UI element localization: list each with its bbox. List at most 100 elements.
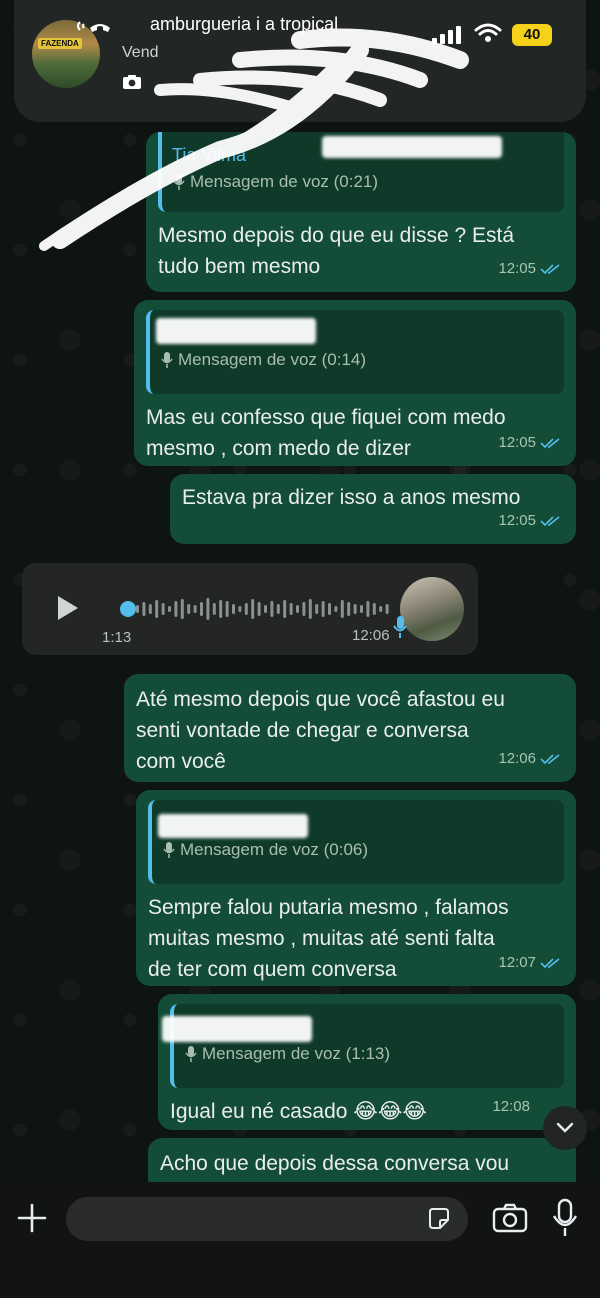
mic-icon: [393, 616, 407, 638]
contact-subtitle: Vend: [122, 44, 159, 61]
double-tick-icon: [540, 753, 560, 764]
waveform-bar: [168, 606, 171, 612]
quoted-voice-message[interactable]: Mensagem de voz (1:13): [162, 1004, 564, 1088]
quote-voice-label: Mensagem de voz (0:06): [180, 840, 369, 859]
waveform-bar: [360, 605, 363, 613]
call-icon[interactable]: [72, 16, 112, 46]
waveform-bar: [187, 604, 191, 614]
waveform-bar: [328, 603, 331, 615]
double-tick-icon: [540, 263, 560, 274]
waveform-bar: [270, 601, 274, 617]
message-time: 12:05: [498, 434, 536, 451]
message-meta: 12:05: [498, 427, 562, 458]
contact-name[interactable]: amburgueria i a tropical: [150, 14, 338, 35]
waveform-bar: [372, 603, 376, 615]
waveform-bar: [276, 604, 280, 614]
message-bubble[interactable]: Mensagem de voz (0:06) Sempre falou puta…: [136, 790, 576, 986]
redaction-mark: [158, 814, 308, 838]
waveform-bar: [148, 604, 152, 614]
double-tick-icon: [540, 437, 560, 448]
quote-voice-label: Mensagem de voz (0:14): [178, 350, 367, 369]
waveform-bar: [321, 601, 325, 617]
waveform-bar: [264, 605, 267, 613]
scroll-to-bottom-button[interactable]: [543, 1106, 587, 1150]
redaction-mark: [162, 1016, 312, 1042]
quote-voice-label: Mensagem de voz (1:13): [202, 1044, 391, 1063]
message-meta: 12:05: [498, 505, 562, 536]
waveform-bar: [161, 603, 165, 615]
camera-icon[interactable]: [492, 1202, 528, 1234]
waveform-bar: [136, 605, 139, 613]
waveform-bar: [251, 599, 255, 619]
waveform-bar: [238, 606, 242, 612]
message-time: 12:05: [498, 260, 536, 277]
message-time: 12:06: [352, 627, 390, 644]
message-bubble[interactable]: Mensagem de voz (0:14) Mas eu confesso q…: [134, 300, 576, 466]
waveform-bar: [174, 601, 178, 617]
playback-scrubber[interactable]: [120, 601, 136, 617]
waveform-bar: [225, 601, 229, 617]
mic-icon: [173, 173, 185, 190]
waveform-bar: [244, 603, 248, 615]
message-time: 12:05: [498, 512, 536, 529]
quote-voice-label-row: Mensagem de voz (1:13): [184, 1038, 554, 1069]
waveform-bar: [347, 602, 351, 616]
waveform-bar: [200, 602, 203, 616]
waveform-bar: [302, 602, 306, 616]
voice-duration: 1:13: [102, 629, 132, 646]
message-input[interactable]: [66, 1197, 468, 1241]
waveform-bar: [219, 600, 223, 618]
waveform-bar: [315, 604, 319, 614]
waveform-bar: [257, 602, 261, 616]
message-text-line: Acho que depois dessa conversa vou: [160, 1152, 510, 1175]
double-tick-icon: [540, 957, 560, 968]
signal-icon: [432, 26, 461, 44]
message-time: 12:08: [492, 1098, 530, 1115]
message-bubble[interactable]: Até mesmo depois que você afastou eu sen…: [124, 674, 576, 782]
mic-icon[interactable]: [552, 1198, 578, 1238]
double-tick-icon: [540, 515, 560, 526]
message-time: 12:07: [498, 954, 536, 971]
message-meta: 12:05: [498, 253, 562, 284]
waveform-bar: [289, 603, 293, 615]
redaction-mark: [322, 136, 502, 158]
message-bubble[interactable]: Tia Vilma Mensagem de voz (0:21) Mesmo d…: [146, 132, 576, 292]
message-text-line: Mesmo depois do que eu disse ? Está: [158, 224, 515, 247]
message-meta: 12:08: [492, 1091, 530, 1122]
camera-icon: [123, 75, 141, 89]
message-meta: 12:07: [498, 947, 562, 978]
message-text-line: Até mesmo depois que você afastou eu: [136, 688, 505, 711]
quoted-voice-message[interactable]: Mensagem de voz (0:14): [146, 310, 564, 394]
message-meta: 12:06: [498, 743, 562, 774]
quoted-voice-message[interactable]: Tia Vilma Mensagem de voz (0:21): [158, 132, 564, 212]
message-bubble[interactable]: Estava pra dizer isso a anos mesmo 12:05: [170, 474, 576, 544]
chevron-down-icon: [556, 1122, 574, 1133]
quote-voice-label-row: Mensagem de voz (0:14): [160, 344, 554, 375]
voice-waveform: [136, 598, 389, 620]
waveform-bar: [212, 603, 216, 615]
waveform-bar: [385, 604, 389, 614]
message-time: 12:06: [498, 750, 536, 767]
sticker-icon[interactable]: [426, 1206, 452, 1232]
waveform-bar: [232, 604, 235, 614]
mic-icon: [185, 1045, 197, 1062]
waveform-bar: [193, 605, 197, 613]
message-composer: [0, 1182, 600, 1298]
waveform-bar: [334, 606, 338, 612]
waveform-bar: [296, 605, 299, 613]
incoming-voice-message[interactable]: 1:13 12:06: [22, 563, 478, 655]
plus-icon[interactable]: [16, 1202, 48, 1234]
message-text-line: senti vontade de chegar e conversa: [136, 719, 469, 742]
mic-icon: [161, 351, 173, 368]
waveform-bar: [180, 599, 184, 619]
quote-voice-label-row: Mensagem de voz (0:06): [162, 834, 554, 865]
play-icon[interactable]: [56, 595, 80, 621]
waveform-bar: [308, 599, 312, 619]
waveform-bar: [340, 600, 344, 618]
waveform-bar: [142, 602, 146, 616]
message-bubble[interactable]: Mensagem de voz (1:13) Igual eu né casad…: [158, 994, 576, 1130]
avatar[interactable]: [400, 577, 464, 641]
redaction-mark: [156, 318, 316, 344]
waveform-bar: [353, 604, 357, 614]
quoted-voice-message[interactable]: Mensagem de voz (0:06): [148, 800, 564, 884]
